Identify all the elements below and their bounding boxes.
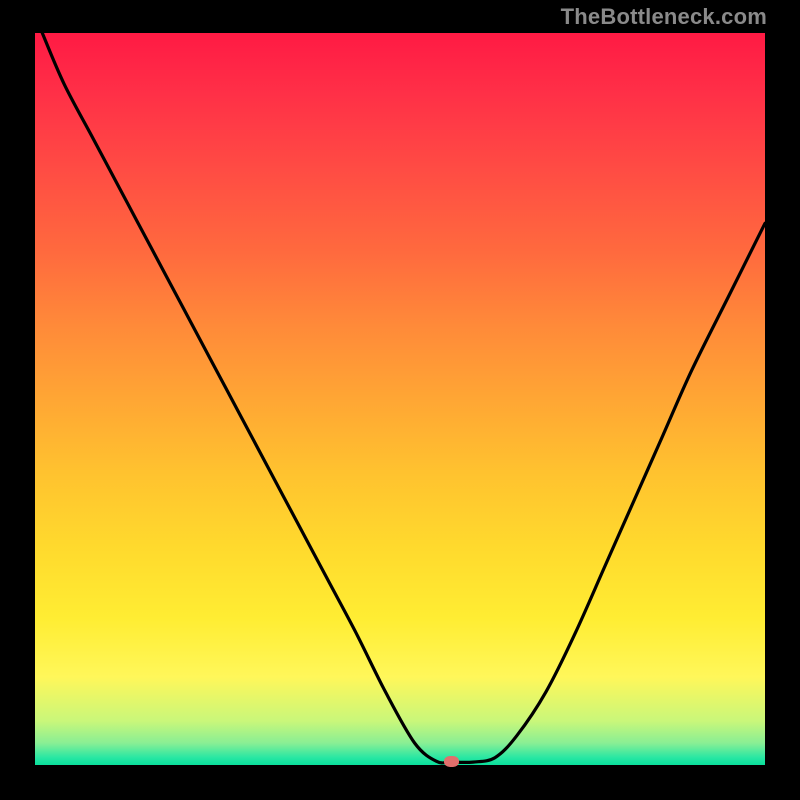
plot-area bbox=[35, 33, 765, 765]
watermark-text: TheBottleneck.com bbox=[561, 4, 767, 30]
image-frame: TheBottleneck.com bbox=[0, 0, 800, 800]
bottleneck-curve bbox=[35, 33, 765, 765]
optimal-point-marker bbox=[444, 756, 459, 767]
